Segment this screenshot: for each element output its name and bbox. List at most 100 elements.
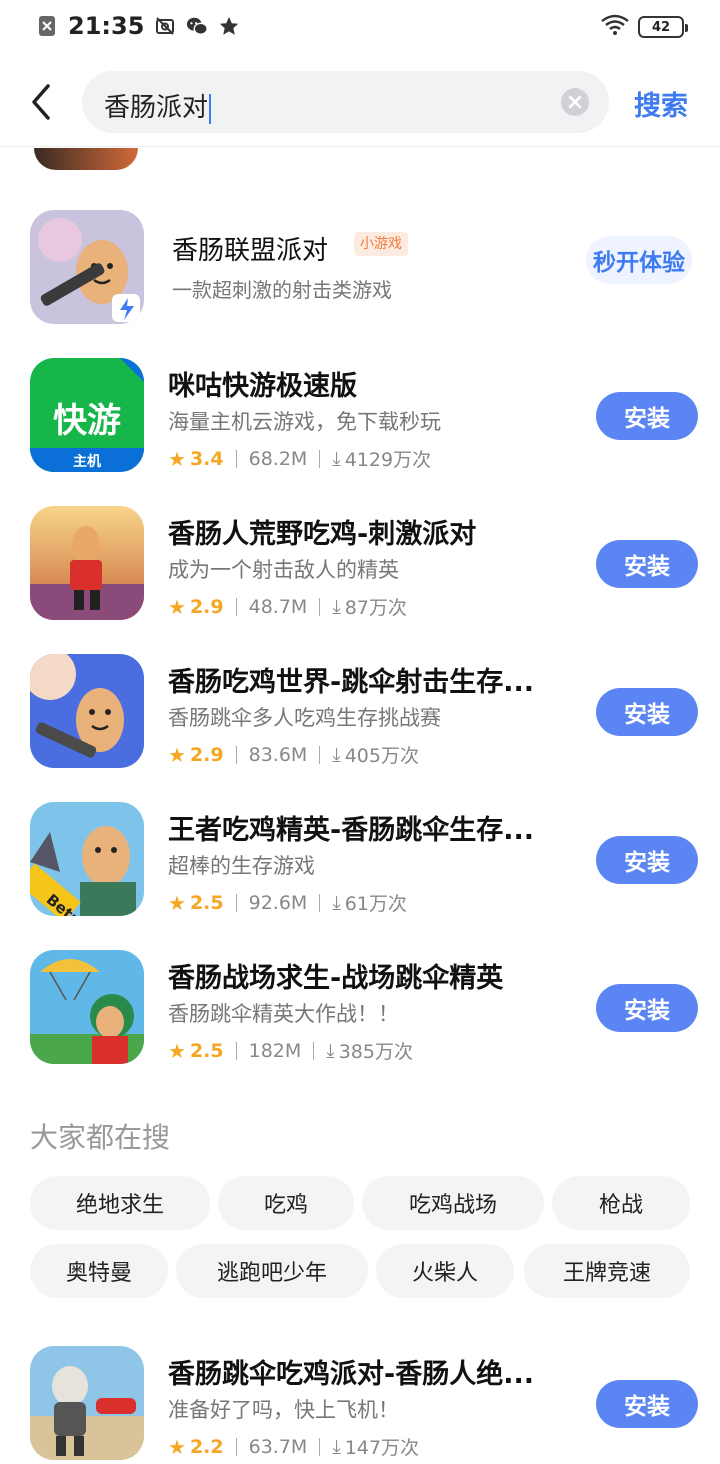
search-chip[interactable]: 枪战 bbox=[552, 1176, 690, 1230]
install-button[interactable]: 安装 bbox=[596, 688, 698, 736]
app-downloads: 405万次 bbox=[344, 745, 419, 767]
app-downloads: 385万次 bbox=[338, 1041, 413, 1063]
install-button[interactable]: 安装 bbox=[596, 392, 698, 440]
battery-icon: 42 bbox=[638, 16, 688, 38]
app-downloads: 87万次 bbox=[344, 597, 407, 619]
app-row[interactable]: 香肠人荒野吃鸡-刺激派对 成为一个射击敌人的精英 ★ 2.9 48.7M ⤓ 87… bbox=[0, 506, 720, 636]
search-input[interactable]: 香肠派对 bbox=[82, 71, 609, 133]
divider bbox=[235, 1041, 237, 1060]
install-button[interactable]: 安装 bbox=[596, 1380, 698, 1428]
back-button[interactable] bbox=[24, 82, 60, 122]
search-button[interactable]: 搜索 bbox=[634, 84, 688, 123]
app-name: 香肠人荒野吃鸡-刺激派对 bbox=[168, 519, 477, 550]
partial-app-icon[interactable] bbox=[34, 148, 138, 170]
app-downloads: 147万次 bbox=[344, 1437, 419, 1459]
app-name: 王者吃鸡精英-香肠跳伞生存... bbox=[168, 815, 534, 846]
install-button[interactable]: 安装 bbox=[596, 984, 698, 1032]
app-rating: 3.4 bbox=[189, 447, 224, 470]
app-rating: 2.5 bbox=[189, 1039, 224, 1062]
wechat-icon bbox=[186, 15, 209, 37]
app-description: 超棒的生存游戏 bbox=[168, 854, 315, 878]
mini-game-tag: 小游戏 bbox=[354, 232, 408, 256]
sim-x-icon bbox=[36, 15, 58, 37]
app-icon[interactable] bbox=[30, 950, 144, 1064]
app-row[interactable]: 香肠跳伞吃鸡派对-香肠人绝... 准备好了吗，快上飞机！ ★ 2.2 63.7M… bbox=[0, 1346, 720, 1464]
star-icon: ★ bbox=[168, 594, 186, 619]
search-chip[interactable]: 绝地求生 bbox=[30, 1176, 210, 1230]
app-icon[interactable] bbox=[30, 210, 144, 324]
app-name: 香肠跳伞吃鸡派对-香肠人绝... bbox=[168, 1359, 534, 1390]
clear-button[interactable] bbox=[561, 88, 589, 116]
mini-game-row[interactable]: 香肠联盟派对 小游戏 一款超刺激的射击类游戏 秒开体验 bbox=[0, 210, 720, 340]
wifi-icon bbox=[600, 14, 630, 40]
app-row[interactable]: 快游 主机 咪咕快游极速版 海量主机云游戏，免下载秒玩 ★ 3.4 68.2M … bbox=[0, 358, 720, 488]
download-icon: ⤓ bbox=[332, 595, 341, 618]
app-row[interactable]: 香肠战场求生-战场跳伞精英 香肠跳伞精英大作战！！ ★ 2.5 182M ⤓ 38… bbox=[0, 950, 720, 1080]
download-icon: ⤓ bbox=[332, 743, 341, 766]
app-description: 成为一个射击敌人的精英 bbox=[168, 558, 399, 582]
icon-text: 快游 bbox=[53, 401, 121, 441]
install-button[interactable]: 安装 bbox=[596, 836, 698, 884]
search-query[interactable]: 香肠派对 bbox=[104, 87, 212, 124]
app-size: 92.6M bbox=[248, 891, 308, 914]
app-size: 63.7M bbox=[248, 1435, 308, 1458]
divider bbox=[319, 745, 321, 764]
instant-play-button[interactable]: 秒开体验 bbox=[586, 236, 692, 284]
app-meta: ★ 2.9 83.6M ⤓ 405万次 bbox=[168, 741, 419, 768]
app-size: 182M bbox=[248, 1039, 302, 1062]
app-description: 海量主机云游戏，免下载秒玩 bbox=[168, 410, 441, 434]
app-meta: ★ 2.2 63.7M ⤓ 147万次 bbox=[168, 1433, 419, 1460]
search-chip[interactable]: 奥特曼 bbox=[30, 1244, 168, 1298]
search-chip[interactable]: 吃鸡战场 bbox=[362, 1176, 544, 1230]
star-icon: ★ bbox=[168, 890, 186, 915]
divider bbox=[235, 597, 237, 616]
install-button[interactable]: 安装 bbox=[596, 540, 698, 588]
app-name: 香肠吃鸡世界-跳伞射击生存... bbox=[168, 667, 534, 698]
app-icon[interactable]: 快游 主机 bbox=[30, 358, 144, 472]
app-description: 香肠跳伞精英大作战！！ bbox=[168, 1002, 399, 1026]
app-name: 香肠联盟派对 bbox=[172, 236, 329, 266]
app-size: 48.7M bbox=[248, 595, 308, 618]
divider bbox=[235, 449, 237, 468]
app-size: 68.2M bbox=[248, 447, 308, 470]
app-description: 准备好了吗，快上飞机！ bbox=[168, 1398, 399, 1422]
app-meta: ★ 2.5 92.6M ⤓ 61万次 bbox=[168, 889, 407, 916]
app-rating: 2.2 bbox=[189, 1435, 224, 1458]
chevron-left-icon bbox=[32, 84, 50, 120]
star-icon: ★ bbox=[168, 1038, 186, 1063]
search-chip[interactable]: 逃跑吧少年 bbox=[176, 1244, 368, 1298]
search-header: 香肠派对 搜索 bbox=[0, 56, 720, 148]
download-icon: ⤓ bbox=[332, 1435, 341, 1458]
star-icon: ★ bbox=[168, 742, 186, 767]
app-name: 香肠战场求生-战场跳伞精英 bbox=[168, 963, 504, 994]
app-row[interactable]: 香肠吃鸡世界-跳伞射击生存... 香肠跳伞多人吃鸡生存挑战赛 ★ 2.9 83.… bbox=[0, 654, 720, 784]
divider bbox=[319, 893, 321, 912]
divider bbox=[319, 597, 321, 616]
app-rating: 2.5 bbox=[189, 891, 224, 914]
download-icon: ⤓ bbox=[332, 447, 341, 470]
star-icon bbox=[218, 15, 240, 37]
app-icon[interactable]: Beta bbox=[30, 802, 144, 916]
close-icon bbox=[568, 95, 582, 109]
app-meta: ★ 2.9 48.7M ⤓ 87万次 bbox=[168, 593, 407, 620]
divider bbox=[0, 146, 720, 147]
status-bar: 21:35 42 bbox=[0, 0, 720, 56]
divider bbox=[313, 1041, 315, 1060]
search-chip[interactable]: 火柴人 bbox=[376, 1244, 514, 1298]
clock: 21:35 bbox=[68, 12, 145, 40]
search-chip[interactable]: 王牌竞速 bbox=[524, 1244, 690, 1298]
app-rating: 2.9 bbox=[189, 743, 224, 766]
search-chip[interactable]: 吃鸡 bbox=[218, 1176, 354, 1230]
divider bbox=[235, 893, 237, 912]
app-icon[interactable] bbox=[30, 1346, 144, 1460]
divider bbox=[235, 1437, 237, 1456]
app-description: 香肠跳伞多人吃鸡生存挑战赛 bbox=[168, 706, 441, 730]
no-photo-icon bbox=[154, 15, 176, 37]
app-size: 83.6M bbox=[248, 743, 308, 766]
app-row[interactable]: Beta 王者吃鸡精英-香肠跳伞生存... 超棒的生存游戏 ★ 2.5 92.6… bbox=[0, 802, 720, 932]
app-description: 一款超刺激的射击类游戏 bbox=[172, 278, 392, 302]
app-icon[interactable] bbox=[30, 506, 144, 620]
app-icon[interactable] bbox=[30, 654, 144, 768]
text-caret bbox=[209, 93, 212, 124]
download-icon: ⤓ bbox=[326, 1039, 335, 1062]
